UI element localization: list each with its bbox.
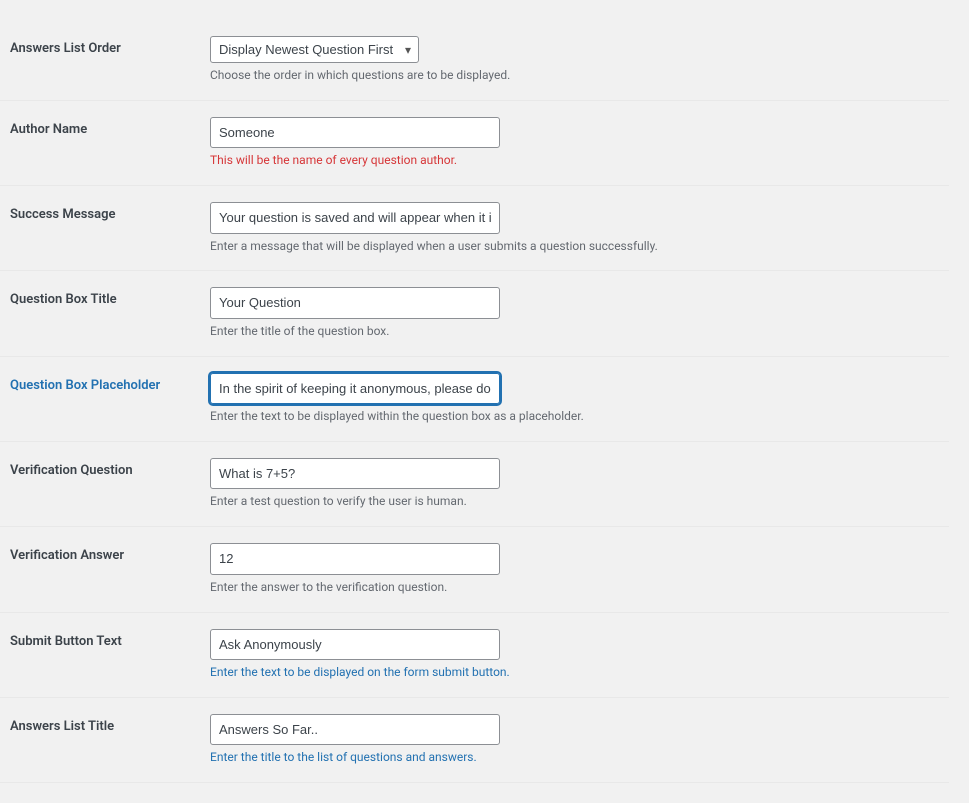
help-verification-question: Enter a test question to verify the user…	[210, 493, 929, 510]
row-verification-answer: Verification Answer Enter the answer to t…	[0, 527, 949, 612]
content-question-box-placeholder: Enter the text to be displayed within th…	[200, 369, 949, 429]
row-question-box-placeholder: Question Box Placeholder Enter the text t…	[0, 357, 949, 442]
label-answers-list-title: Answers List Title	[0, 710, 200, 736]
input-verification-question[interactable]	[210, 458, 500, 490]
content-verification-question: Enter a test question to verify the user…	[200, 454, 949, 514]
select-answers-list-order[interactable]: Display Newest Question FirstDisplay Old…	[210, 36, 419, 63]
content-question-box-title: Enter the title of the question box.	[200, 283, 949, 343]
label-question-box-placeholder: Question Box Placeholder	[0, 369, 200, 395]
help-answers-list-order: Choose the order in which questions are …	[210, 67, 929, 84]
content-answers-list-title: Enter the title to the list of questions…	[200, 710, 949, 770]
help-answers-list-title: Enter the title to the list of questions…	[210, 749, 929, 766]
input-submit-button-text[interactable]	[210, 629, 500, 661]
content-author-name: This will be the name of every question …	[200, 113, 949, 173]
input-author-name[interactable]	[210, 117, 500, 149]
row-submit-button-text: Submit Button Text Enter the text to be d…	[0, 613, 949, 698]
row-answers-list-order: Answers List Order Display Newest Questio…	[0, 20, 949, 101]
select-wrapper-answers-list-order: Display Newest Question FirstDisplay Old…	[210, 36, 419, 63]
content-submit-button-text: Enter the text to be displayed on the fo…	[200, 625, 949, 685]
help-author-name: This will be the name of every question …	[210, 152, 929, 169]
help-question-box-title: Enter the title of the question box.	[210, 323, 929, 340]
label-success-message: Success Message	[0, 198, 200, 224]
label-verification-question: Verification Question	[0, 454, 200, 480]
content-success-message: Enter a message that will be displayed w…	[200, 198, 949, 258]
help-question-box-placeholder: Enter the text to be displayed within th…	[210, 408, 929, 425]
settings-rows: Answers List Order Display Newest Questio…	[0, 20, 949, 783]
label-author-name: Author Name	[0, 113, 200, 139]
row-author-name: Author Name This will be the name of ever…	[0, 101, 949, 186]
label-verification-answer: Verification Answer	[0, 539, 200, 565]
row-answers-list-title: Answers List Title Enter the title to the…	[0, 698, 949, 783]
help-verification-answer: Enter the answer to the verification que…	[210, 579, 929, 596]
label-submit-button-text: Submit Button Text	[0, 625, 200, 651]
settings-page: Answers List Order Display Newest Questio…	[0, 0, 969, 803]
help-submit-button-text: Enter the text to be displayed on the fo…	[210, 664, 929, 681]
row-verification-question: Verification Question Enter a test questi…	[0, 442, 949, 527]
input-answers-list-title[interactable]	[210, 714, 500, 746]
row-success-message: Success Message Enter a message that will…	[0, 186, 949, 271]
row-question-box-title: Question Box Title Enter the title of the…	[0, 271, 949, 356]
content-answers-list-order: Display Newest Question FirstDisplay Old…	[200, 32, 949, 88]
input-question-box-placeholder[interactable]	[210, 373, 500, 405]
label-question-box-title: Question Box Title	[0, 283, 200, 309]
input-question-box-title[interactable]	[210, 287, 500, 319]
label-answers-list-order: Answers List Order	[0, 32, 200, 58]
input-verification-answer[interactable]	[210, 543, 500, 575]
help-success-message: Enter a message that will be displayed w…	[210, 238, 929, 255]
input-success-message[interactable]	[210, 202, 500, 234]
